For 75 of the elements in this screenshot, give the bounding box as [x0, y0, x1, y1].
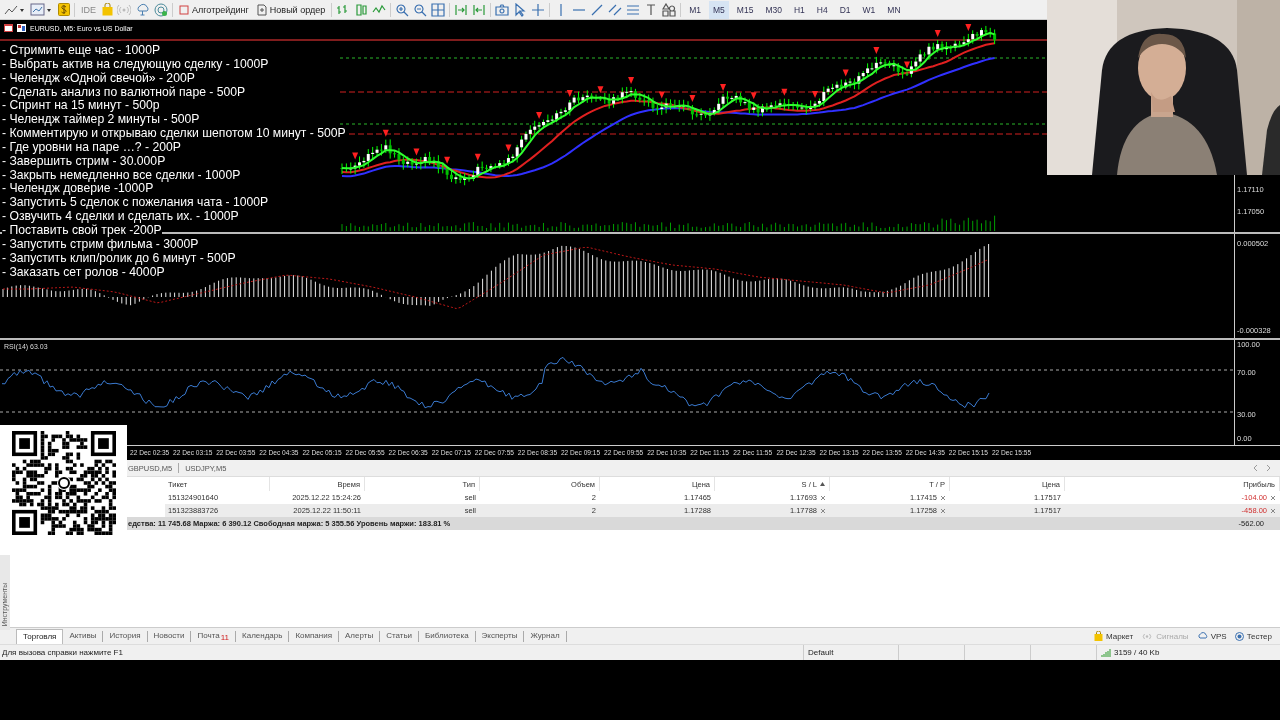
timeframe-button[interactable]: M1 — [685, 0, 706, 19]
panel-tab[interactable]: Статьи — [380, 630, 420, 642]
panel-tab[interactable]: Новости — [147, 630, 192, 642]
overlay-text: - Озвучить 4 сделки и сделать их. - 1000Р — [2, 210, 239, 224]
new-document-icon — [256, 3, 267, 16]
crosshair-icon[interactable] — [531, 2, 546, 17]
close-icon[interactable] — [820, 494, 826, 501]
zoom-in-icon[interactable] — [395, 2, 410, 17]
panel-tab[interactable]: Почта11 — [191, 630, 236, 642]
overlay-text: - Челендж таймер 2 минуты - 500Р — [2, 113, 200, 128]
close-icon[interactable] — [1270, 494, 1276, 501]
close-icon[interactable] — [940, 494, 946, 501]
timeframe-button[interactable]: H4 — [812, 0, 832, 19]
algotrading-button[interactable]: Алготрейдинг — [177, 0, 251, 19]
fibonacci-icon[interactable] — [626, 2, 641, 17]
timeframe-button[interactable]: M5 — [709, 0, 729, 19]
cloud-icon — [1196, 631, 1208, 641]
shopping-bag-icon — [1094, 631, 1104, 641]
panel-tab[interactable]: Календарь — [236, 630, 290, 642]
timeframe-button[interactable]: M30 — [761, 0, 786, 19]
chart-window-icon[interactable] — [17, 24, 26, 32]
overlay-text: - Выбрать актив на следующую сделку - 1000Р — [2, 57, 269, 72]
panel-button[interactable]: VPS — [1196, 631, 1227, 641]
overlay-text: - Запустить 5 сделок с пожелания чата - 1000Р — [2, 196, 269, 211]
sort-icon — [820, 482, 825, 486]
stop-icon — [179, 4, 189, 15]
scroll-left-icon[interactable] — [1254, 465, 1258, 471]
screenshot-icon[interactable] — [495, 2, 510, 17]
connection-bars-icon — [1101, 648, 1111, 657]
close-icon[interactable] — [820, 507, 826, 514]
candlestick-icon[interactable] — [354, 2, 369, 17]
panel-tab[interactable]: Алерты — [339, 630, 381, 642]
broadcast-icon — [1141, 631, 1154, 641]
overlay-text: - Стримить еще час - 1000Р — [2, 44, 161, 58]
new-order-button[interactable]: Новый ордер — [254, 0, 328, 19]
grid-icon[interactable] — [431, 2, 446, 17]
shopping-bag-icon[interactable] — [102, 3, 113, 16]
close-icon[interactable] — [1270, 507, 1276, 514]
trend-line-icon[interactable] — [590, 2, 605, 17]
autoscroll-icon[interactable] — [472, 2, 487, 17]
radar-icon[interactable] — [154, 2, 168, 17]
panel-tab[interactable]: Активы — [63, 630, 104, 642]
profile-name: Default — [803, 645, 898, 660]
panel-tab[interactable]: Торговля — [16, 628, 64, 644]
zoom-out-icon[interactable] — [413, 2, 428, 17]
panel-tab[interactable]: Эксперты — [475, 630, 525, 642]
shift-chart-icon[interactable] — [454, 2, 469, 17]
timeframe-button[interactable]: D1 — [835, 0, 855, 19]
status-text: Для вызова справки нажмите F1 — [1, 648, 124, 657]
timeframe-button[interactable]: MN — [883, 0, 905, 19]
timeframe-button[interactable]: W1 — [858, 0, 880, 19]
cloud-icon[interactable] — [135, 3, 150, 16]
panel-button[interactable]: Маркет — [1094, 631, 1134, 641]
panel-tab[interactable]: История — [103, 630, 148, 642]
panel-tab[interactable]: Журнал — [524, 630, 567, 642]
panel-tab[interactable]: Компания — [289, 630, 339, 642]
dollar-icon[interactable] — [58, 3, 70, 16]
close-icon[interactable] — [940, 507, 946, 514]
channel-icon[interactable] — [608, 2, 623, 17]
scroll-right-icon[interactable] — [1266, 465, 1270, 471]
overlay-text: - Закрыть немедленно все сделки - 1000Р — [2, 168, 241, 183]
timeframe-button[interactable]: M15 — [732, 0, 758, 19]
traffic-text: 3159 / 40 Kb — [1114, 648, 1160, 657]
panel-button[interactable]: Тестер — [1234, 631, 1272, 641]
template-icon[interactable] — [30, 2, 54, 17]
tester-icon — [1234, 631, 1244, 641]
cursor-icon[interactable] — [513, 2, 528, 17]
overlay-text: - Челендж доверие -1000Р — [2, 182, 154, 197]
overlay-text: - Спринт на 15 минут - 500р — [2, 99, 160, 114]
shapes-icon[interactable] — [662, 2, 677, 17]
chart-window-icon[interactable] — [4, 24, 13, 32]
overlay-text: - Комментирую и открываю сделки шепотом 10 минут - 500Р — [2, 127, 346, 141]
timeframe-button[interactable]: H1 — [789, 0, 809, 19]
panel-tab[interactable]: Библиотека — [419, 630, 476, 642]
broadcast-icon[interactable] — [117, 3, 131, 16]
